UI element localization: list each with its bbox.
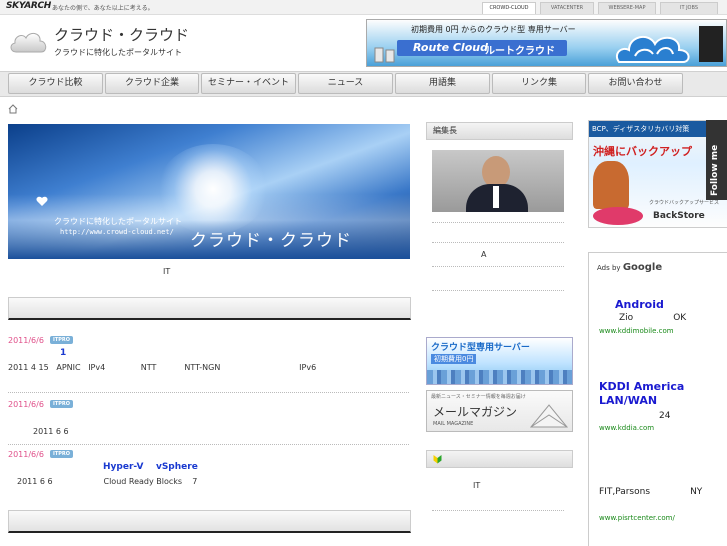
hero-caption: クラウドに特化したポータルサイト bbox=[54, 217, 182, 226]
top-tab-crowd-cloud[interactable]: CROWD-CLOUD bbox=[482, 2, 536, 14]
envelope-icon bbox=[529, 404, 569, 428]
ad-text: FIT,Parsons NY bbox=[599, 487, 703, 497]
news-date: 2011/6/6 bbox=[8, 400, 44, 409]
news-badge: ITPRO bbox=[50, 450, 74, 458]
backstore-brand: BackStore bbox=[653, 211, 705, 221]
skyarch-logo[interactable]: SKYARCH bbox=[6, 1, 51, 11]
google-ads-box: Ads by Google Android Zio OK www.kddimob… bbox=[588, 252, 727, 546]
news-date: 2011/6/6 bbox=[8, 336, 44, 345]
news-badge: ITPRO bbox=[50, 336, 74, 344]
top-tab-webserve-map[interactable]: WEBSERE-MAP bbox=[598, 2, 656, 14]
site-title[interactable]: クラウド・クラウド bbox=[54, 24, 189, 45]
skyarch-tagline: あなたの側で、あなた以上に考える。 bbox=[52, 5, 154, 12]
beginner-divider bbox=[432, 510, 564, 511]
hero-url: http://www.crowd-cloud.net/ bbox=[60, 228, 174, 236]
ads-by-label: Ads by Google bbox=[597, 262, 663, 273]
beginner-mark-icon bbox=[433, 455, 442, 464]
home-icon[interactable] bbox=[8, 104, 18, 114]
banner-line: 初期費用 0円 からのクラウド型 専用サーバー bbox=[411, 25, 576, 34]
server-banner-sub: 初期費用0円 bbox=[431, 354, 477, 364]
editor-panel-header: 編集長 bbox=[426, 122, 573, 140]
follow-me-label: Follow me bbox=[710, 144, 720, 196]
intro-text: IT bbox=[163, 267, 171, 276]
beginner-panel-header bbox=[426, 450, 573, 468]
news-date: 2011/6/6 bbox=[8, 450, 44, 459]
banner-building-icon bbox=[699, 26, 723, 62]
mail-magazine-banner[interactable]: 最新ニュース・セミナー情報を毎週お届け メールマガジン MAIL MAGAZIN… bbox=[426, 390, 573, 432]
follow-me-tab[interactable]: Follow me bbox=[706, 120, 727, 200]
flower-icon bbox=[593, 207, 643, 225]
nav-glossary[interactable]: 用語集 bbox=[395, 73, 490, 94]
nav-cloud-compare[interactable]: クラウド比較 bbox=[8, 73, 103, 94]
news-section-header bbox=[8, 297, 411, 320]
editor-divider bbox=[432, 222, 564, 223]
mail-title: メールマガジン bbox=[433, 405, 518, 419]
banner-server-icon bbox=[374, 47, 395, 63]
news-badge: ITPRO bbox=[50, 400, 74, 408]
site-subtitle: クラウドに特化したポータルサイト bbox=[54, 48, 182, 57]
news-title-link[interactable]: Hyper-V vSphere bbox=[103, 462, 198, 472]
beginner-text: IT bbox=[473, 481, 481, 490]
shisa-icon bbox=[593, 161, 629, 209]
editor-divider bbox=[432, 242, 564, 243]
ad-text: Zio OK bbox=[619, 313, 687, 323]
ad-title-link[interactable]: Android bbox=[615, 298, 664, 311]
ad-url[interactable]: www.pisrtcenter.com/ bbox=[599, 514, 675, 522]
editor-divider bbox=[432, 290, 564, 291]
backstore-line3: クラウドバックアップサービス bbox=[649, 200, 720, 206]
nav-seminar-events[interactable]: セミナー・イベント bbox=[201, 73, 296, 94]
mail-small-text: 最新ニュース・セミナー情報を毎週お届け bbox=[431, 394, 526, 400]
hero-banner: クラウドに特化したポータルサイト http://www.crowd-cloud.… bbox=[8, 124, 410, 259]
section-header bbox=[8, 510, 411, 533]
top-tab-datacenter[interactable]: VATACENTER bbox=[540, 2, 594, 14]
news-body: 2011 4 15 APNIC IPv4 NTT NTT-NGN IPv6 bbox=[8, 363, 317, 372]
cloud-logo-icon[interactable] bbox=[8, 28, 48, 54]
heart-icon bbox=[36, 196, 48, 206]
backstore-line1: BCP、ディザスタリカバリ対策 bbox=[592, 125, 690, 133]
hero-title: クラウド・クラウド bbox=[190, 231, 352, 251]
banner-brand: Route Cloud bbox=[413, 41, 488, 54]
backstore-line2: 沖縄にバックアップ bbox=[593, 145, 692, 158]
banner-brand-jp: ルートクラウド bbox=[485, 46, 555, 57]
editor-divider bbox=[432, 266, 564, 267]
cloud-server-banner[interactable]: クラウド型専用サーバー 初期費用0円 bbox=[426, 337, 573, 385]
news-body: 2011 6 6 bbox=[33, 427, 69, 436]
mail-en: MAIL MAGAZINE bbox=[433, 421, 474, 427]
nav-links[interactable]: リンク集 bbox=[492, 73, 586, 94]
news-title-link[interactable]: 1 bbox=[60, 348, 66, 358]
news-body: 2011 6 6 Cloud Ready Blocks 7 bbox=[17, 477, 198, 486]
ad-url[interactable]: www.kddimobile.com bbox=[599, 327, 674, 335]
editor-text: A bbox=[481, 250, 487, 259]
route-cloud-banner[interactable]: 初期費用 0円 からのクラウド型 専用サーバー Route Cloud ルートク… bbox=[366, 19, 727, 67]
news-divider bbox=[8, 392, 409, 393]
editor-heading: 編集長 bbox=[433, 126, 457, 135]
server-banner-title: クラウド型専用サーバー bbox=[431, 343, 530, 353]
nav-news[interactable]: ニュース bbox=[298, 73, 393, 94]
banner-cloud-icon bbox=[615, 35, 690, 63]
news-divider bbox=[8, 444, 409, 445]
top-tab-it-jobs[interactable]: IT JOBS bbox=[660, 2, 718, 14]
ad-url[interactable]: www.kddia.com bbox=[599, 424, 654, 432]
ad-title-link[interactable]: KDDI America LAN/WAN bbox=[599, 380, 699, 408]
ad-text: 24 bbox=[659, 411, 671, 421]
editor-photo bbox=[432, 150, 564, 212]
nav-contact[interactable]: お問い合わせ bbox=[588, 73, 683, 94]
nav-cloud-companies[interactable]: クラウド企業 bbox=[105, 73, 199, 94]
